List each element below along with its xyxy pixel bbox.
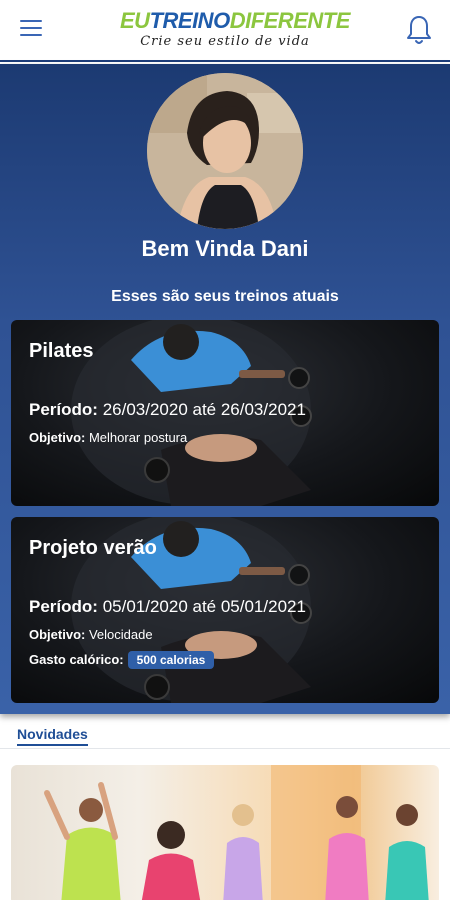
tab-novidades[interactable]: Novidades bbox=[17, 726, 88, 746]
calories-badge: 500 calorias bbox=[127, 651, 215, 669]
workouts-subtitle: Esses são seus treinos atuais bbox=[111, 288, 339, 305]
tab-divider bbox=[0, 748, 450, 749]
workout-period: Período: 05/01/2020 até 05/01/2021 bbox=[29, 597, 306, 616]
logo-tagline: Crie seu estilo de vida bbox=[140, 34, 310, 49]
workout-goal: Objetivo: Melhorar postura bbox=[29, 430, 188, 445]
workout-card[interactable]: Projeto verão Período: 05/01/2020 até 05… bbox=[11, 517, 439, 703]
workout-title: Pilates bbox=[29, 340, 94, 362]
avatar[interactable] bbox=[147, 73, 303, 229]
bell-icon[interactable] bbox=[406, 14, 432, 46]
workout-card[interactable]: Pilates Período: 26/03/2020 até 26/03/20… bbox=[11, 320, 439, 506]
logo-wordmark: EUTREINODIFERENTE bbox=[120, 8, 350, 33]
workout-title: Projeto verão bbox=[29, 537, 157, 559]
app-logo: EUTREINODIFERENTE Crie seu estilo de vid… bbox=[120, 8, 350, 54]
workout-period: Período: 26/03/2020 até 26/03/2021 bbox=[29, 400, 306, 419]
news-banner-image[interactable] bbox=[11, 765, 439, 900]
top-app-bar: EUTREINODIFERENTE Crie seu estilo de vid… bbox=[0, 0, 450, 62]
workout-goal: Objetivo: Velocidade bbox=[29, 627, 153, 642]
workout-calories: Gasto calórico: 500 calorias bbox=[29, 651, 215, 669]
welcome-title: Bem Vinda Dani bbox=[141, 236, 309, 261]
hamburger-menu-icon[interactable] bbox=[20, 20, 42, 40]
